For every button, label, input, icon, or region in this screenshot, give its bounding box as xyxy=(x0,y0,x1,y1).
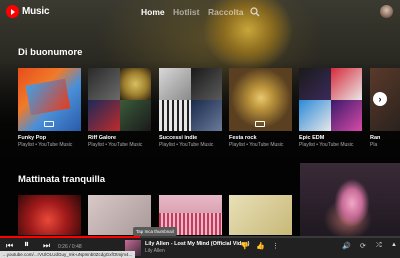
next-button[interactable]: › xyxy=(373,92,387,106)
playlist-thumbnail[interactable] xyxy=(159,68,222,131)
card-subtitle: Playlist • YouTube Music xyxy=(18,142,73,148)
card-title: Festa rock xyxy=(229,135,257,141)
logo-text: Music xyxy=(22,6,50,17)
card-subtitle: Playlist • YouTube Music xyxy=(229,142,284,148)
tab-raccolta[interactable]: Raccolta xyxy=(208,7,243,17)
more-options-icon[interactable]: ⋮ xyxy=(272,242,279,250)
card-subtitle: Playlist • YouTube Music xyxy=(88,142,143,148)
expand-icon[interactable]: ▲ xyxy=(391,242,397,248)
next-track-icon[interactable]: ⏭ xyxy=(43,241,50,251)
play-logo-icon xyxy=(6,5,19,18)
shelf-title-mattinata-tranquilla: Mattinata tranquilla xyxy=(18,174,106,185)
playlist-icon xyxy=(44,121,54,127)
youtube-music-logo[interactable]: Music xyxy=(6,5,50,18)
playlist-card[interactable] xyxy=(18,195,81,235)
chevron-right-icon: › xyxy=(378,94,382,104)
shuffle-icon[interactable]: ⤮ xyxy=(376,242,382,250)
card-title: Successi indie xyxy=(159,135,198,141)
track-title[interactable]: Lily Allen - Lost My Mind (Official Vide… xyxy=(145,241,250,247)
shelf-title-di-buonumore: Di buonumore xyxy=(18,47,83,58)
playlist-icon xyxy=(255,121,265,127)
card-subtitle: Playlist • YouTube Music xyxy=(299,142,354,148)
tooltip: Tap Inca thumbnail xyxy=(133,227,177,236)
playlist-thumbnail[interactable] xyxy=(229,68,292,131)
avatar[interactable] xyxy=(380,5,393,18)
card-title: Funky Pop xyxy=(18,135,47,141)
card-subtitle: Pla xyxy=(370,142,378,148)
repeat-icon[interactable]: ⟳ xyxy=(360,242,366,250)
playlist-card[interactable] xyxy=(229,195,292,235)
status-url: ...youtube.com/...rVUlOLUdGuy_mk-uNpInnb… xyxy=(0,251,136,258)
card-title: Epic EDM xyxy=(299,135,325,141)
tab-hotlist[interactable]: Hotlist xyxy=(173,7,199,17)
thumbs-down-icon[interactable]: 👎 xyxy=(240,242,249,250)
card-title: Ran xyxy=(370,135,381,141)
playlist-thumbnail[interactable] xyxy=(299,68,362,131)
playlist-thumbnail[interactable] xyxy=(88,68,151,131)
playlist-card-riff-galore[interactable]: Riff Galore Playlist • YouTube Music xyxy=(88,68,151,148)
card-title: Riff Galore xyxy=(88,135,117,141)
time-display: 0:26 / 0:48 xyxy=(58,244,82,250)
playlist-card-festa-rock[interactable]: Festa rock Playlist • YouTube Music xyxy=(229,68,292,148)
playlist-thumbnail[interactable] xyxy=(18,68,81,131)
playlist-card-epic-edm[interactable]: Epic EDM Playlist • YouTube Music xyxy=(299,68,362,148)
previous-icon[interactable]: ⏮ xyxy=(6,241,13,251)
playlist-card-funky-pop[interactable]: Funky Pop Playlist • YouTube Music xyxy=(18,68,81,148)
volume-icon[interactable]: 🔊 xyxy=(342,242,351,250)
mini-player-video[interactable] xyxy=(300,163,400,238)
track-artist[interactable]: Lily Allen xyxy=(145,248,165,254)
playlist-card-successi-indie[interactable]: Successi indie Playlist • YouTube Music xyxy=(159,68,222,148)
tab-home[interactable]: Home xyxy=(141,7,165,17)
top-bar: Music Home Hotlist Raccolta xyxy=(0,0,400,24)
search-icon[interactable] xyxy=(250,7,260,17)
card-subtitle: Playlist • YouTube Music xyxy=(159,142,214,148)
playlist-card-partial[interactable]: Ran Pla xyxy=(370,68,400,148)
thumbs-up-icon[interactable]: 👍 xyxy=(256,242,265,250)
pause-icon[interactable]: ⏸ xyxy=(24,239,29,250)
